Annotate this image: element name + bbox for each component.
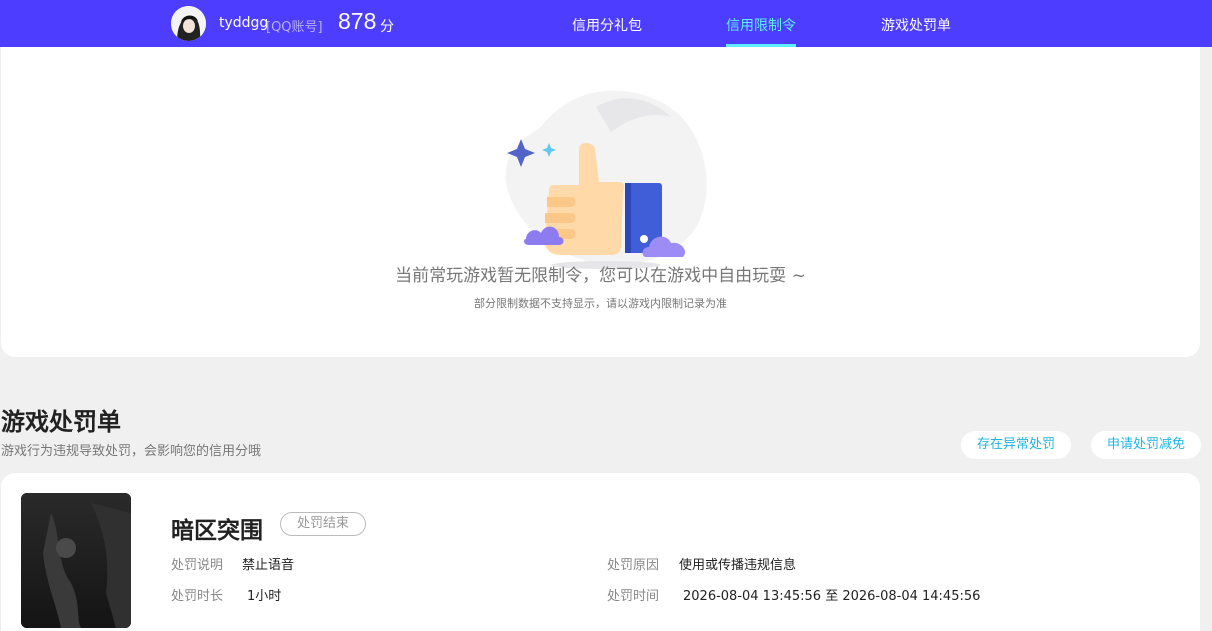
penalty-time-label: 处罚时间 xyxy=(607,589,660,604)
report-abnormal-button[interactable]: 存在异常处罚 xyxy=(961,431,1071,459)
empty-state-subtitle: 部分限制数据不支持显示，请以游戏内限制记录为准 xyxy=(474,297,727,310)
penalty-time-value: 2026-08-04 13:45:56 至 2026-08-04 14:45:5… xyxy=(683,589,981,604)
tab-game-penalty[interactable]: 游戏处罚单 xyxy=(881,15,951,35)
tab-credit-gift[interactable]: 信用分礼包 xyxy=(572,15,642,35)
tab-credit-restriction[interactable]: 信用限制令 xyxy=(726,15,796,35)
penalty-section-title: 游戏处罚单 xyxy=(1,408,121,436)
penalty-item-card: 暗区突围 处罚结束 处罚说明 禁止语音 处罚原因 使用或传播违规信息 处罚时长 … xyxy=(1,473,1200,631)
account-type: [QQ账号] xyxy=(266,20,323,35)
penalty-status-badge: 处罚结束 xyxy=(280,512,366,536)
penalty-duration-label: 处罚时长 xyxy=(171,589,224,604)
empty-state-title: 当前常玩游戏暂无限制令，您可以在游戏中自由玩耍 ~ xyxy=(395,266,806,286)
avatar[interactable] xyxy=(171,6,206,41)
game-name: 暗区突围 xyxy=(171,518,263,544)
top-bar: tyddgg [QQ账号] 878 分 信用分礼包 信用限制令 游戏处罚单 xyxy=(0,0,1212,47)
apply-reduction-button[interactable]: 申请处罚减免 xyxy=(1091,431,1201,459)
game-cover-image xyxy=(21,493,131,628)
penalty-desc-value: 禁止语音 xyxy=(242,558,295,573)
penalty-desc-label: 处罚说明 xyxy=(171,558,224,573)
restriction-empty-card: 当前常玩游戏暂无限制令，您可以在游戏中自由玩耍 ~ 部分限制数据不支持显示，请以… xyxy=(1,47,1200,357)
credit-score-unit: 分 xyxy=(380,19,394,35)
penalty-section-description: 游戏行为违规导致处罚，会影响您的信用分哦 xyxy=(1,444,262,459)
thumbs-up-illustration-icon xyxy=(505,90,707,269)
penalty-reason-label: 处罚原因 xyxy=(607,558,660,573)
avatar-image xyxy=(171,6,206,41)
credit-score: 878 xyxy=(338,8,377,34)
penalty-duration-value: 1小时 xyxy=(247,589,282,604)
username: tyddgg xyxy=(219,15,269,31)
penalty-reason-value: 使用或传播违规信息 xyxy=(679,558,797,573)
